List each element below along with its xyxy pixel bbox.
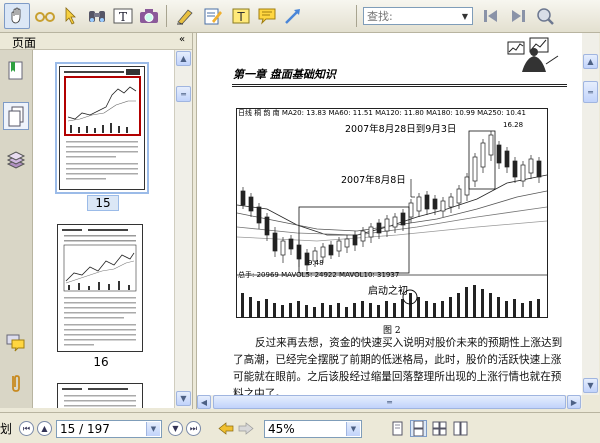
zoom-value[interactable]: 45% xyxy=(268,422,295,436)
doc-hscroll-thumb[interactable]: ═ xyxy=(213,395,566,409)
doc-scroll-up-icon[interactable]: ▲ xyxy=(583,54,598,69)
body-paragraph: 反过来再去想，资金的快速买入说明对股价未来的预期性上涨达到了高潮，已经完全摆脱了… xyxy=(233,337,563,395)
find-combobox[interactable]: ▼ xyxy=(363,7,473,25)
volume-info-line: 总手: 20969 MAVOL5: 24922 MAVOL10: 31937 xyxy=(238,271,400,279)
navigation-tabs xyxy=(0,50,33,408)
back-view-icon[interactable] xyxy=(218,421,234,436)
pages-pane-title: 页面 xyxy=(12,36,37,50)
hand-tool-icon[interactable] xyxy=(4,3,30,29)
comments-tab-icon[interactable] xyxy=(5,332,27,354)
single-page-view-icon[interactable] xyxy=(389,420,406,437)
search-options-icon[interactable] xyxy=(532,3,558,29)
document-horizontal-scrollbar[interactable]: ◀ ═ ▶ xyxy=(197,395,582,409)
doc-scroll-thumb[interactable]: ═ xyxy=(583,81,598,103)
thumbnail-label-16: 16 xyxy=(93,355,109,369)
select-text-icon[interactable] xyxy=(32,3,58,29)
chapter-header: 第一章 盘面基础知识 xyxy=(233,68,336,81)
document-vertical-scrollbar[interactable]: ▲ ▼ ═ xyxy=(582,33,599,395)
previous-page-icon[interactable]: ▲ xyxy=(37,421,52,436)
highlight-tool-icon[interactable] xyxy=(172,3,198,29)
page-dropdown-icon[interactable]: ▼ xyxy=(146,422,160,436)
pages-pane-header: 页面 « xyxy=(0,33,193,50)
doc-scroll-left-icon[interactable]: ◀ xyxy=(197,395,211,409)
attachments-tab-icon[interactable] xyxy=(5,372,27,394)
note-pencil-icon[interactable] xyxy=(200,3,226,29)
thumbnail-page-17[interactable] xyxy=(57,383,143,408)
annotation-date: 2007年8月8日 xyxy=(341,175,406,186)
header-rule-2 xyxy=(232,86,567,87)
scroll-down-icon[interactable]: ▼ xyxy=(176,391,191,406)
find-dropdown-icon[interactable]: ▼ xyxy=(458,8,472,24)
thumbnail-page-16[interactable] xyxy=(57,224,143,352)
text-box-icon[interactable]: T xyxy=(228,3,254,29)
pages-tab-icon[interactable] xyxy=(3,102,29,130)
forward-view-icon[interactable] xyxy=(238,421,254,436)
status-bar: 划 ⏮ ▲ 15 / 197 ▼ ▼ ⏭ 45% ▼ xyxy=(0,412,600,443)
price-low-label: 9.48 xyxy=(308,259,324,267)
arrow-annotation-icon[interactable] xyxy=(280,3,306,29)
header-illustration xyxy=(502,34,562,74)
bookmarks-tab-icon[interactable] xyxy=(5,60,27,82)
volume-annotation: 启动之初 xyxy=(368,286,408,297)
thumbnail-page-15[interactable] xyxy=(59,66,145,190)
collapse-pane-icon[interactable]: « xyxy=(179,34,185,45)
document-view: 第一章 盘面基础知识 日线 桐 韵 南 MA20: 13.83 MA60: 11… xyxy=(197,33,582,395)
page-number-field[interactable]: 15 / 197 ▼ xyxy=(56,420,162,438)
scroll-thumb[interactable]: ═ xyxy=(176,86,191,102)
snapshot-camera-icon[interactable] xyxy=(136,3,162,29)
comment-icon[interactable] xyxy=(254,3,280,29)
find-input[interactable] xyxy=(364,8,460,24)
price-high-label: 16.28 xyxy=(503,121,524,129)
doc-scroll-down-icon[interactable]: ▼ xyxy=(583,378,598,393)
facing-view-icon[interactable] xyxy=(431,420,448,437)
scroll-up-icon[interactable]: ▲ xyxy=(176,51,191,66)
continuous-view-icon[interactable] xyxy=(410,420,427,437)
next-page-icon[interactable]: ▼ xyxy=(168,421,183,436)
thumbnails-scrollbar[interactable]: ▲ ═ ▼ xyxy=(174,50,192,408)
layers-tab-icon[interactable] xyxy=(5,150,27,172)
page-thumbnails: 15 16 xyxy=(33,50,174,408)
find-previous-icon[interactable] xyxy=(478,3,504,29)
svg-text:T: T xyxy=(119,10,127,24)
first-page-icon[interactable]: ⏮ xyxy=(19,421,34,436)
last-page-icon[interactable]: ⏭ xyxy=(186,421,201,436)
text-select-icon[interactable]: T xyxy=(110,3,136,29)
find-next-icon[interactable] xyxy=(505,3,531,29)
annotation-date-range: 2007年8月28日到9月3日 xyxy=(345,124,457,135)
continuous-facing-view-icon[interactable] xyxy=(452,420,469,437)
main-toolbar: T T ▼ xyxy=(0,0,600,33)
arrow-select-icon[interactable] xyxy=(58,3,84,29)
zoom-field[interactable]: 45% ▼ xyxy=(264,420,362,438)
thumbnail-label-15: 15 xyxy=(87,195,119,211)
doc-scroll-right-icon[interactable]: ▶ xyxy=(567,395,581,409)
stock-chart-figure: 日线 桐 韵 南 MA20: 13.83 MA60: 11.51 MA120: … xyxy=(236,108,548,318)
zoom-dropdown-icon[interactable]: ▼ xyxy=(346,422,360,436)
svg-text:T: T xyxy=(236,10,245,24)
scroll-corner xyxy=(582,395,600,409)
page-number-value[interactable]: 15 / 197 xyxy=(60,422,110,436)
status-prefix: 划 xyxy=(0,422,13,436)
binoculars-icon[interactable] xyxy=(84,3,110,29)
header-rule xyxy=(232,84,567,85)
